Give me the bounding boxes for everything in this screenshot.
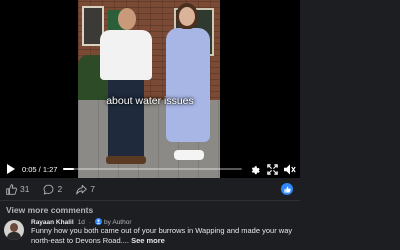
play-icon[interactable] xyxy=(4,163,16,175)
avatar[interactable] xyxy=(4,220,24,240)
comment-count: 2 xyxy=(57,184,63,194)
video-progress-bar[interactable] xyxy=(63,168,242,170)
video-time: 0:05 / 1:27 xyxy=(22,164,58,174)
comment-time[interactable]: 1d xyxy=(78,219,85,226)
thumbs-up-icon xyxy=(6,183,17,195)
like-reaction-badge[interactable] xyxy=(281,183,293,195)
author-badge-label: by Author xyxy=(104,219,132,226)
divider xyxy=(0,200,300,201)
video-controls: 0:05 / 1:27 xyxy=(0,160,300,178)
dot-separator: · xyxy=(88,219,92,226)
gear-icon[interactable] xyxy=(248,163,260,175)
volume-icon[interactable] xyxy=(284,163,296,175)
like-count: 31 xyxy=(20,184,30,194)
share-count: 7 xyxy=(90,184,95,194)
video-progress-fill xyxy=(63,168,75,170)
view-more-comments-link[interactable]: View more comments xyxy=(6,205,93,215)
comment-text: Funny how you both came out of your burr… xyxy=(31,226,306,246)
share-icon xyxy=(76,184,87,195)
post-page: about water issues 0:05 / 1:27 31 2 7 Vi… xyxy=(0,0,400,250)
side-panel xyxy=(300,0,400,178)
reactions-bar: 31 2 7 xyxy=(0,180,400,198)
video-caption: about water issues xyxy=(106,95,194,107)
video-player[interactable]: about water issues 0:05 / 1:27 xyxy=(0,0,300,178)
comment-icon xyxy=(43,184,54,195)
share-button[interactable]: 7 xyxy=(76,184,95,195)
comment-author[interactable]: Rayaan Khalil xyxy=(31,219,74,226)
like-button[interactable]: 31 xyxy=(6,183,30,195)
video-frame xyxy=(78,0,220,178)
see-more-link[interactable]: See more xyxy=(131,236,165,245)
fullscreen-icon[interactable] xyxy=(266,163,278,175)
comment-button[interactable]: 2 xyxy=(43,184,62,195)
